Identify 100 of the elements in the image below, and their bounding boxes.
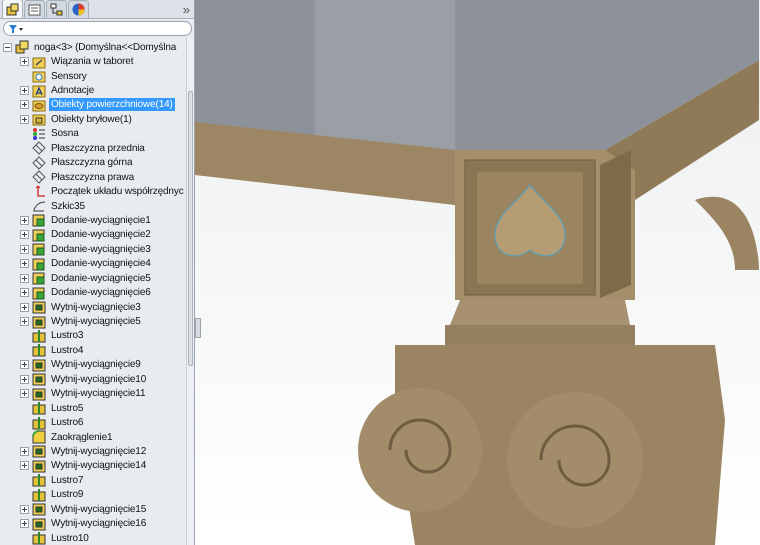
expand-toggle[interactable]	[20, 86, 29, 96]
mirror-icon	[32, 328, 46, 343]
tree-item-label[interactable]: Lustro5	[49, 402, 86, 415]
extrude-boss-icon	[32, 242, 46, 256]
tree-item-label[interactable]: Dodanie-wyciągnięcie1	[49, 214, 153, 227]
mirror-icon	[32, 473, 46, 488]
tree-item-label[interactable]: Szkic35	[49, 200, 87, 213]
expand-toggle[interactable]	[20, 288, 29, 298]
mirror-icon	[32, 416, 46, 430]
expand-toggle[interactable]	[20, 57, 29, 66]
part-icon	[15, 40, 29, 54]
extrude-cut-icon	[32, 314, 46, 329]
tree-item-label[interactable]: Lustro7	[49, 474, 86, 487]
filter-icon	[8, 24, 24, 34]
more-tabs-button[interactable]: »	[182, 2, 190, 18]
extrude-cut-icon	[32, 458, 46, 473]
tree-item-label[interactable]: Wiązania w taboret	[49, 55, 136, 68]
tree-item-label[interactable]: Wytnij-wyciągnięcie10	[49, 372, 148, 386]
tree-item-label[interactable]: Płaszczyzna przednia	[49, 142, 147, 155]
tree-item-label[interactable]: noga<3> (Domyślna<<Domyślna	[32, 40, 178, 54]
scrollbar[interactable]	[186, 38, 194, 545]
tree-item-label[interactable]: Wytnij-wyciągnięcie16	[49, 517, 148, 530]
expand-toggle[interactable]	[20, 114, 29, 124]
tree-item-label[interactable]: Dodanie-wyciągnięcie6	[49, 286, 153, 300]
tree-item-label[interactable]: Dodanie-wyciągnięcie2	[49, 228, 153, 242]
filter-field[interactable]	[3, 21, 192, 36]
scrollbar-thumb[interactable]	[188, 91, 193, 366]
tree-item-label[interactable]: Płaszczyzna prawa	[49, 170, 136, 184]
tree-item-label[interactable]: Dodanie-wyciągnięcie3	[49, 242, 153, 256]
extrude-cut-icon	[32, 516, 46, 531]
panel-splitter-handle[interactable]	[195, 318, 201, 338]
expand-toggle[interactable]	[20, 504, 29, 514]
tree-item-label[interactable]: Wytnij-wyciągnięcie12	[49, 444, 148, 458]
panel-tab[interactable]	[24, 0, 45, 18]
expand-toggle[interactable]	[20, 446, 29, 456]
extrude-boss-icon	[32, 213, 46, 228]
expand-toggle[interactable]	[20, 519, 29, 528]
expand-toggle[interactable]	[20, 100, 29, 110]
folder-surface-icon	[32, 98, 46, 112]
mirror-icon	[32, 531, 46, 545]
expand-toggle[interactable]	[20, 216, 29, 225]
extrude-cut-icon	[32, 502, 46, 516]
extrude-cut-icon	[32, 300, 46, 314]
extrude-boss-icon	[32, 256, 46, 271]
tree-item-label[interactable]: Wytnij-wyciągnięcie14	[49, 459, 148, 472]
plane-icon	[32, 141, 46, 156]
extrude-cut-icon	[32, 372, 46, 386]
tree-item-label[interactable]: Początek układu współrzędnyc	[49, 185, 186, 198]
tree-item-label[interactable]: Dodanie-wyciągnięcie4	[49, 257, 153, 270]
mirror-icon	[32, 343, 46, 358]
tree-item-label[interactable]: Obiekty bryłowe(1)	[49, 112, 134, 126]
tree-item-label[interactable]: Lustro9	[49, 488, 86, 502]
expand-toggle[interactable]	[20, 230, 29, 240]
expand-toggle[interactable]	[20, 274, 29, 283]
folder-cube-icon	[32, 112, 46, 126]
extrude-boss-icon	[32, 228, 46, 242]
plane-icon	[32, 170, 46, 184]
color-wheel-icon	[71, 2, 86, 17]
expand-toggle[interactable]	[20, 302, 29, 312]
expand-toggle[interactable]	[20, 389, 29, 398]
extrude-cut-icon	[32, 358, 46, 372]
expand-toggle[interactable]	[20, 244, 29, 254]
expand-toggle[interactable]	[20, 259, 29, 268]
folder-paperclip-icon	[32, 54, 46, 69]
tree-item-label[interactable]: Wytnij-wyciągnięcie9	[49, 358, 143, 372]
plane-icon	[32, 156, 46, 170]
fillet-icon	[32, 430, 46, 444]
feature-tree-icon	[5, 2, 20, 16]
extrude-cut-icon	[32, 386, 46, 401]
tree-item-label[interactable]: Zaokrąglenie1	[49, 430, 114, 444]
tree-item-label[interactable]: Adnotacje	[49, 84, 96, 98]
expand-toggle[interactable]	[20, 317, 29, 326]
tree-item-label[interactable]: Wytnij-wyciągnięcie5	[49, 315, 143, 328]
panel-tab[interactable]	[46, 0, 67, 18]
tree-item-label[interactable]: Sensory	[49, 70, 89, 83]
mirror-icon	[32, 488, 46, 502]
panel-tab[interactable]	[2, 0, 23, 18]
property-sheet-icon	[27, 2, 42, 17]
expand-toggle[interactable]	[20, 374, 29, 384]
tree-item-label[interactable]: Lustro10	[49, 532, 91, 545]
tree-item-label[interactable]: Lustro6	[49, 416, 86, 430]
material-list-icon	[32, 126, 46, 141]
extrude-boss-icon	[32, 271, 46, 286]
extrude-boss-icon	[32, 286, 46, 300]
tree-item-label[interactable]: Lustro4	[49, 344, 86, 357]
tree-item-label[interactable]: Wytnij-wyciągnięcie15	[49, 502, 148, 516]
sketch-icon	[32, 199, 46, 214]
tree-item-label[interactable]: Płaszczyzna górna	[49, 156, 134, 170]
tree-item-label[interactable]: Dodanie-wyciągnięcie5	[49, 272, 153, 285]
tree-item-label[interactable]: Sosna	[49, 127, 81, 140]
folder-gauge-icon	[32, 69, 46, 84]
mirror-icon	[32, 401, 46, 416]
extrude-cut-icon	[32, 444, 46, 458]
tree-item-label[interactable]: Lustro3	[49, 329, 86, 342]
expand-toggle[interactable]	[20, 461, 29, 470]
tree-item-label[interactable]: Wytnij-wyciągnięcie11	[49, 387, 148, 400]
collapse-toggle[interactable]	[3, 42, 12, 52]
expand-toggle[interactable]	[20, 360, 29, 370]
tree-item-label[interactable]: Wytnij-wyciągnięcie3	[49, 300, 143, 314]
folder-letter-icon	[32, 84, 46, 98]
